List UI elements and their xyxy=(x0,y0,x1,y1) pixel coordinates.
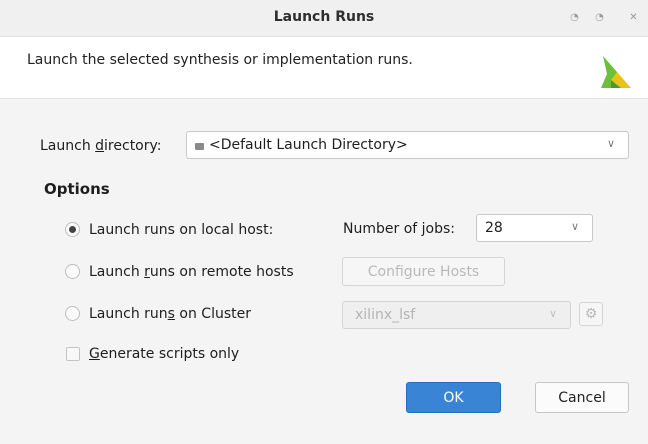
gear-icon[interactable]: ⚙ xyxy=(579,302,603,326)
number-of-jobs-label: Number of jobs: xyxy=(343,221,455,237)
vivado-logo-icon xyxy=(601,56,631,88)
close-icon[interactable]: ✕ xyxy=(627,11,640,24)
title-bar: Launch Runs ◔ ◔ ✕ xyxy=(0,0,648,37)
launch-directory-value: <Default Launch Directory> xyxy=(209,137,408,153)
cluster-radio[interactable] xyxy=(65,306,80,321)
cluster-dropdown[interactable]: xilinx_lsf ∨ xyxy=(342,301,571,329)
configure-hosts-button[interactable]: Configure Hosts xyxy=(342,257,505,286)
ok-button[interactable]: OK xyxy=(406,382,501,413)
remote-hosts-radio[interactable] xyxy=(65,264,80,279)
number-of-jobs-dropdown[interactable]: 28 ∨ xyxy=(476,214,593,242)
dialog-description: Launch the selected synthesis or impleme… xyxy=(27,52,413,68)
cancel-button[interactable]: Cancel xyxy=(535,382,629,413)
dialog-header: Launch the selected synthesis or impleme… xyxy=(0,37,648,99)
generate-scripts-label[interactable]: Generate scripts only xyxy=(89,346,239,362)
launch-directory-dropdown[interactable]: <Default Launch Directory> ∨ xyxy=(186,131,629,159)
cluster-value: xilinx_lsf xyxy=(355,307,416,323)
chevron-down-icon: ∨ xyxy=(571,220,580,233)
number-of-jobs-value: 28 xyxy=(485,220,503,236)
cluster-label[interactable]: Launch runs on Cluster xyxy=(89,306,251,322)
window-title: Launch Runs xyxy=(273,9,375,25)
launch-directory-label: Launch directory: xyxy=(40,138,162,154)
generate-scripts-checkbox[interactable] xyxy=(66,347,80,361)
maximize-icon[interactable]: ◔ xyxy=(593,11,606,24)
local-host-radio[interactable] xyxy=(65,222,80,237)
chevron-down-icon: ∨ xyxy=(549,307,558,320)
options-heading: Options xyxy=(44,180,110,198)
chevron-down-icon: ∨ xyxy=(607,137,616,150)
local-host-label[interactable]: Launch runs on local host: xyxy=(89,222,273,238)
folder-icon xyxy=(195,143,204,150)
remote-hosts-label[interactable]: Launch runs on remote hosts xyxy=(89,264,294,280)
minimize-icon[interactable]: ◔ xyxy=(568,11,581,24)
